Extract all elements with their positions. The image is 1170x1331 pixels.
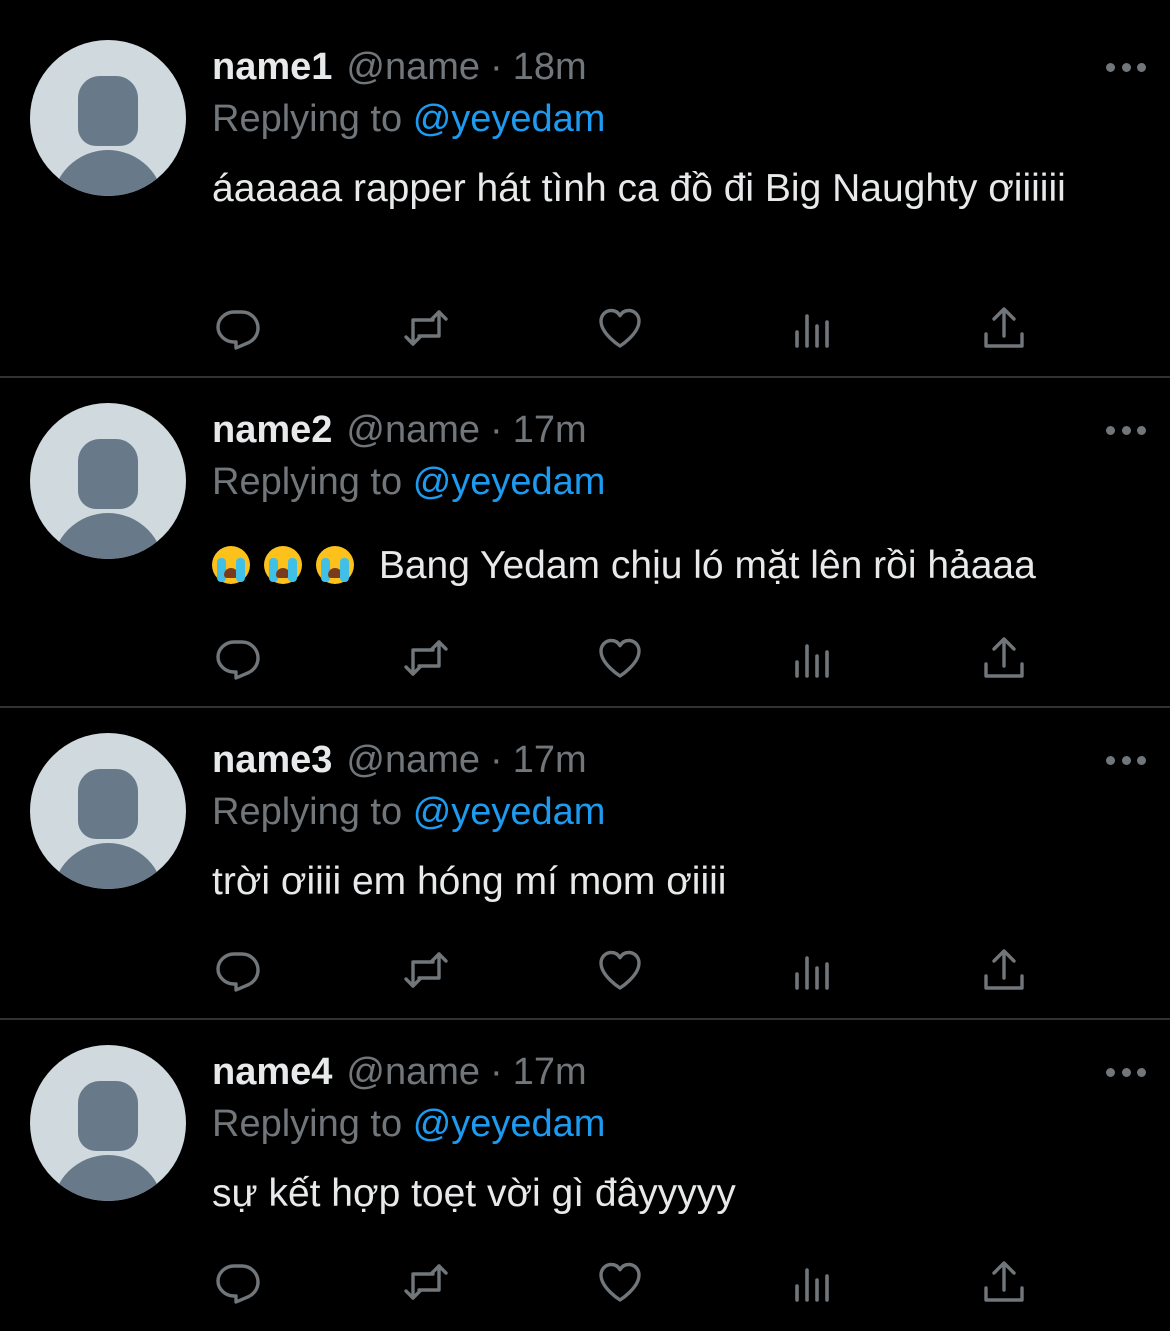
retweet-icon [402, 634, 450, 682]
share-button[interactable] [980, 304, 1028, 352]
tweet-header: name2 @name · 17m [212, 409, 587, 453]
tweet[interactable]: name1 @name · 18m Replying to @yeyedam á… [0, 0, 1170, 377]
tweet-header: name3 @name · 17m [212, 739, 587, 783]
avatar[interactable] [30, 1045, 186, 1201]
heart-icon [596, 304, 644, 352]
user-handle[interactable]: @name [346, 409, 480, 452]
tweet-text-container: Bang Yedam chịu ló mặt lên rồi hảaaa [212, 540, 1112, 592]
display-name[interactable]: name2 [212, 409, 332, 452]
mention-link[interactable]: @yeyedam [413, 461, 606, 503]
tweet[interactable]: name3 @name · 17m Replying to @yeyedam t… [0, 708, 1170, 1019]
views-button[interactable] [789, 1258, 837, 1306]
retweet-icon [402, 946, 450, 994]
avatar[interactable] [30, 40, 186, 196]
reply-icon [214, 304, 262, 352]
separator: · [490, 409, 503, 451]
share-icon [980, 304, 1028, 352]
reply-button[interactable] [214, 946, 262, 994]
retweet-button[interactable] [402, 946, 450, 994]
tweet-header: name4 @name · 17m [212, 1051, 587, 1095]
like-button[interactable] [596, 946, 644, 994]
replying-to: Replying to @yeyedam [212, 1103, 605, 1146]
reply-icon [214, 1258, 262, 1306]
avatar[interactable] [30, 733, 186, 889]
reply-button[interactable] [214, 634, 262, 682]
retweet-button[interactable] [402, 304, 450, 352]
timestamp[interactable]: 17m [513, 409, 587, 452]
views-icon [789, 946, 837, 994]
retweet-button[interactable] [402, 1258, 450, 1306]
more-icon[interactable] [1106, 1066, 1146, 1078]
like-button[interactable] [596, 1258, 644, 1306]
heart-icon [596, 634, 644, 682]
loudly-crying-face-icon [264, 546, 302, 584]
display-name[interactable]: name3 [212, 739, 332, 782]
replying-label: Replying to [212, 461, 403, 503]
replying-to: Replying to @yeyedam [212, 461, 605, 504]
like-button[interactable] [596, 634, 644, 682]
tweet-header: name1 @name · 18m [212, 46, 587, 90]
share-icon [980, 634, 1028, 682]
replying-to: Replying to @yeyedam [212, 98, 605, 141]
mention-link[interactable]: @yeyedam [413, 791, 606, 833]
mention-link[interactable]: @yeyedam [413, 98, 606, 140]
user-handle[interactable]: @name [346, 46, 480, 89]
reply-icon [214, 946, 262, 994]
loudly-crying-face-icon [316, 546, 354, 584]
tweet-text: sự kết hợp toẹt vời gì đâyyyyy [212, 1172, 736, 1215]
user-handle[interactable]: @name [346, 739, 480, 782]
share-button[interactable] [980, 946, 1028, 994]
more-icon[interactable] [1106, 61, 1146, 73]
replying-label: Replying to [212, 98, 403, 140]
reply-button[interactable] [214, 1258, 262, 1306]
views-icon [789, 1258, 837, 1306]
tweet-text: áaaaaa rapper hát tình ca đồ đi Big Naug… [212, 167, 1066, 210]
separator: · [490, 1051, 503, 1093]
user-handle[interactable]: @name [346, 1051, 480, 1094]
timestamp[interactable]: 17m [513, 1051, 587, 1094]
display-name[interactable]: name4 [212, 1051, 332, 1094]
heart-icon [596, 1258, 644, 1306]
share-icon [980, 946, 1028, 994]
more-icon[interactable] [1106, 424, 1146, 436]
separator: · [490, 46, 503, 88]
retweet-button[interactable] [402, 634, 450, 682]
loudly-crying-face-icon [212, 546, 250, 584]
replying-label: Replying to [212, 791, 403, 833]
tweet[interactable]: name2 @name · 17m Replying to @yeyedam B… [0, 378, 1170, 707]
replying-label: Replying to [212, 1103, 403, 1145]
timestamp[interactable]: 18m [513, 46, 587, 89]
tweet[interactable]: name4 @name · 17m Replying to @yeyedam s… [0, 1020, 1170, 1331]
avatar[interactable] [30, 403, 186, 559]
views-button[interactable] [789, 946, 837, 994]
views-icon [789, 304, 837, 352]
tweet-text: Bang Yedam chịu ló mặt lên rồi hảaaa [378, 544, 1036, 587]
separator: · [490, 739, 503, 781]
retweet-icon [402, 1258, 450, 1306]
like-button[interactable] [596, 304, 644, 352]
heart-icon [596, 946, 644, 994]
reply-button[interactable] [214, 304, 262, 352]
retweet-icon [402, 304, 450, 352]
more-icon[interactable] [1106, 754, 1146, 766]
display-name[interactable]: name1 [212, 46, 332, 89]
tweet-text: trời ơiiii em hóng mí mom ơiiii [212, 860, 727, 903]
share-icon [980, 1258, 1028, 1306]
share-button[interactable] [980, 634, 1028, 682]
mention-link[interactable]: @yeyedam [413, 1103, 606, 1145]
views-button[interactable] [789, 634, 837, 682]
reply-icon [214, 634, 262, 682]
views-icon [789, 634, 837, 682]
timestamp[interactable]: 17m [513, 739, 587, 782]
share-button[interactable] [980, 1258, 1028, 1306]
views-button[interactable] [789, 304, 837, 352]
replying-to: Replying to @yeyedam [212, 791, 605, 834]
